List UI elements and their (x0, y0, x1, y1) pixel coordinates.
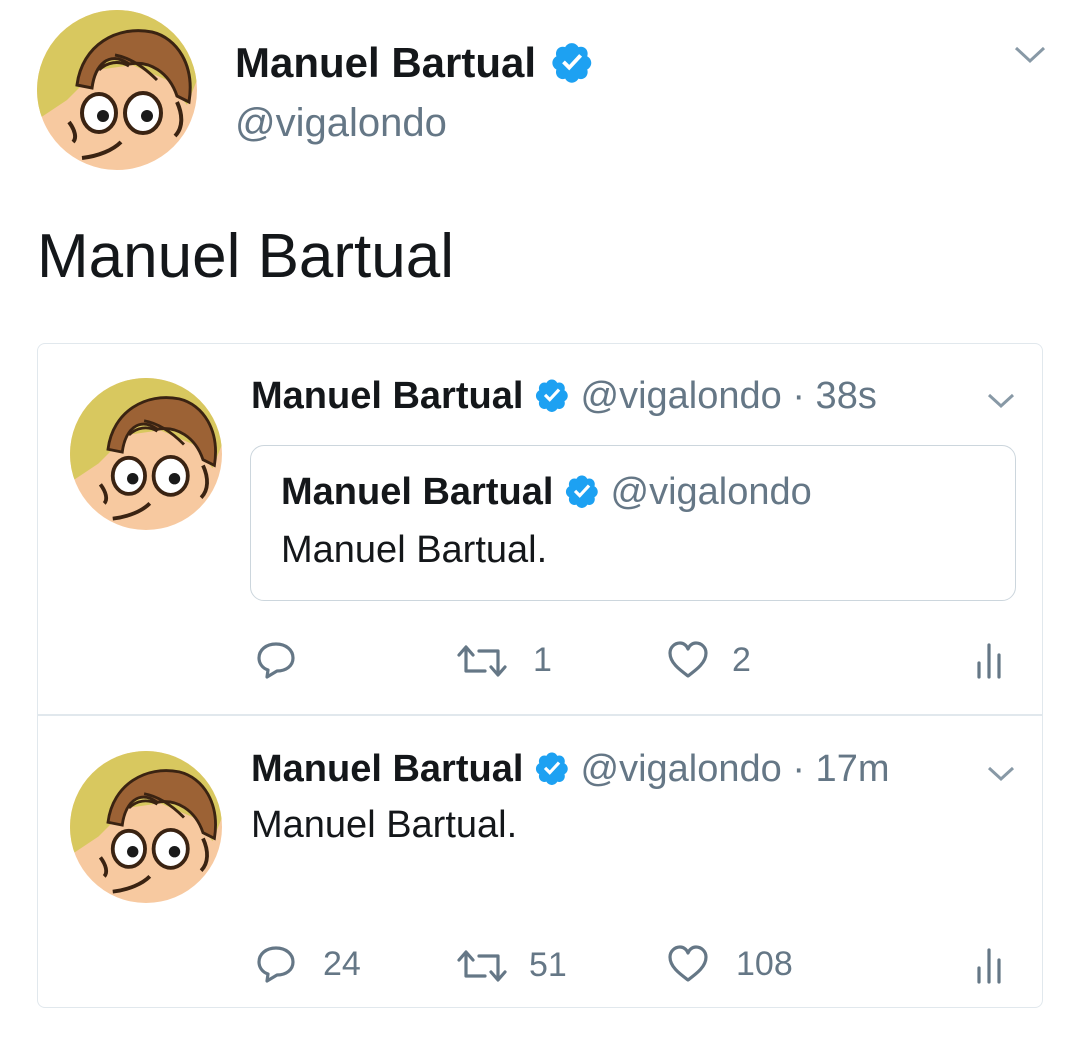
reply-header: Manuel Bartual @vigalondo · 17m (251, 746, 889, 792)
retweet-icon (457, 949, 507, 982)
analytics-icon (977, 948, 1001, 984)
chevron-down-icon[interactable] (986, 391, 1016, 411)
reply-button[interactable]: 24 (255, 944, 361, 984)
like-icon (668, 641, 708, 678)
profile-name-text: Manuel Bartual (235, 39, 537, 86)
avatar-illustration (70, 378, 222, 530)
reply-time[interactable]: · 17m (792, 748, 889, 790)
chevron-down-icon[interactable] (986, 764, 1016, 784)
retweet-button[interactable]: 1 (455, 641, 552, 680)
analytics-button[interactable] (975, 946, 1005, 984)
reply-icon (257, 946, 295, 983)
analytics-icon (977, 643, 1001, 679)
reply-count: 24 (323, 944, 361, 983)
retweet-button[interactable]: 51 (455, 946, 567, 985)
reply-handle[interactable]: @vigalondo (581, 375, 782, 417)
verified-badge-icon (534, 377, 570, 413)
reply-time[interactable]: · 38s (792, 375, 876, 417)
verified-badge-icon (550, 40, 594, 84)
like-button[interactable]: 2 (666, 640, 751, 680)
like-count: 2 (732, 640, 751, 679)
quoted-header: Manuel Bartual @vigalondo (281, 469, 812, 515)
avatar[interactable] (70, 751, 222, 903)
reply-button[interactable] (255, 640, 319, 680)
quoted-name: Manuel Bartual (281, 471, 554, 513)
verified-badge-icon (564, 473, 600, 509)
retweet-icon (457, 644, 507, 677)
reply-handle[interactable]: @vigalondo (581, 748, 782, 790)
chevron-down-icon[interactable] (1013, 44, 1047, 66)
reply-name[interactable]: Manuel Bartual (251, 748, 523, 790)
like-icon (668, 945, 708, 982)
retweet-count: 1 (533, 641, 552, 679)
like-count: 108 (736, 944, 793, 983)
avatar[interactable] (70, 378, 222, 530)
avatar[interactable] (37, 10, 197, 170)
avatar-illustration (70, 751, 222, 903)
avatar-illustration (37, 10, 197, 170)
profile-handle[interactable]: @vigalondo (235, 100, 447, 146)
reply-divider (37, 714, 1043, 716)
quoted-handle: @vigalondo (610, 471, 812, 513)
quoted-text: Manuel Bartual. (281, 529, 548, 571)
analytics-button[interactable] (975, 641, 1005, 679)
profile-name[interactable]: Manuel Bartual (235, 38, 594, 88)
reply-header: Manuel Bartual @vigalondo · 38s (251, 373, 877, 419)
like-button[interactable]: 108 (666, 944, 793, 984)
tweet-text: Manuel Bartual (37, 222, 455, 291)
verified-badge-icon (534, 750, 570, 786)
reply-name[interactable]: Manuel Bartual (251, 375, 523, 417)
reply-icon (257, 642, 295, 679)
retweet-count: 51 (529, 946, 567, 984)
reply-text: Manuel Bartual. (251, 804, 518, 846)
